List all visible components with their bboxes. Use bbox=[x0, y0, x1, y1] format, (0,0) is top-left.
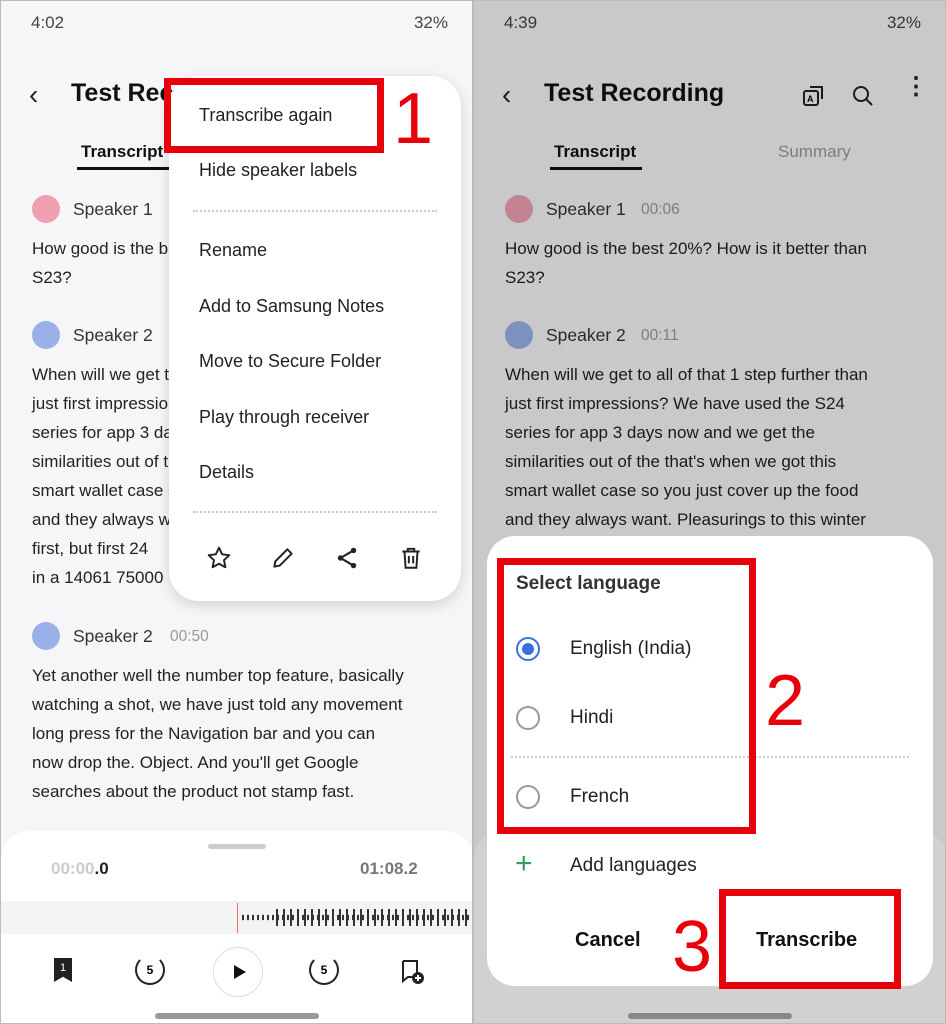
trash-icon[interactable] bbox=[398, 545, 424, 571]
plus-icon[interactable]: + bbox=[515, 849, 533, 879]
play-button[interactable] bbox=[213, 947, 263, 997]
left-screen: 4:02 32% ‹ Test Recording Transcript Spe… bbox=[0, 0, 473, 1024]
divider bbox=[193, 511, 437, 513]
home-indicator[interactable] bbox=[155, 1013, 319, 1019]
add-bookmark-icon[interactable] bbox=[401, 959, 425, 985]
avatar bbox=[32, 321, 60, 349]
cancel-button[interactable]: Cancel bbox=[575, 929, 641, 952]
player-panel: 00:00.0 01:08.2 1 5 5 bbox=[1, 831, 472, 1023]
total-time: 01:08.2 bbox=[360, 859, 418, 878]
play-icon bbox=[234, 965, 246, 979]
share-icon[interactable] bbox=[334, 545, 360, 571]
menu-item-play-through-receiver[interactable]: Play through receiver bbox=[199, 407, 369, 428]
add-languages-button[interactable]: Add languages bbox=[570, 855, 697, 877]
speaker-label: Speaker 1 bbox=[73, 199, 153, 219]
home-indicator[interactable] bbox=[628, 1013, 792, 1019]
right-screen: 4:39 32% ‹ Test Recording A ⋮ Transcript… bbox=[473, 0, 946, 1024]
transcript-line: now drop the. Object. And you'll get Goo… bbox=[32, 753, 359, 772]
waveform[interactable] bbox=[1, 901, 472, 934]
elapsed-time: 00:00.0 bbox=[51, 859, 109, 878]
menu-item-hide-speaker-labels[interactable]: Hide speaker labels bbox=[199, 160, 357, 181]
menu-item-move-to-secure-folder[interactable]: Move to Secure Folder bbox=[199, 351, 381, 372]
menu-item-rename[interactable]: Rename bbox=[199, 240, 267, 261]
waveform-bars bbox=[276, 909, 472, 926]
annotation-number-2: 2 bbox=[765, 661, 806, 741]
bookmark-icon[interactable]: 1 bbox=[54, 958, 72, 982]
back-icon[interactable]: ‹ bbox=[29, 79, 38, 111]
menu-item-add-to-samsung-notes[interactable]: Add to Samsung Notes bbox=[199, 296, 384, 317]
annotation-number-3: 3 bbox=[672, 907, 713, 987]
transcript-line: watching a shot, we have just told any m… bbox=[32, 695, 403, 714]
menu-item-details[interactable]: Details bbox=[199, 462, 254, 483]
transcript-line: in a 14061 75000 bbox=[32, 568, 164, 587]
rewind-5-icon[interactable]: 5 bbox=[135, 955, 165, 985]
timestamp: 00:50 bbox=[170, 628, 209, 645]
transcript-line: first, but first 24 bbox=[32, 539, 149, 558]
annotation-box-3 bbox=[719, 889, 901, 989]
transcript-line: Yet another well the number top feature,… bbox=[32, 666, 404, 685]
tab-transcript[interactable]: Transcript bbox=[81, 142, 163, 162]
pencil-icon[interactable] bbox=[270, 545, 296, 571]
transcript-line: S23? bbox=[32, 268, 72, 287]
drag-handle[interactable] bbox=[208, 844, 266, 849]
playhead[interactable] bbox=[237, 903, 238, 933]
avatar bbox=[32, 622, 60, 650]
transcript-line: searches about the product not stamp fas… bbox=[32, 782, 355, 801]
forward-5-icon[interactable]: 5 bbox=[309, 955, 339, 985]
status-time: 4:02 bbox=[31, 13, 65, 32]
tab-underline bbox=[77, 167, 169, 170]
annotation-number-1: 1 bbox=[393, 79, 434, 159]
speaker-label: Speaker 2 bbox=[73, 626, 153, 646]
speaker-label: Speaker 2 bbox=[73, 325, 153, 345]
divider bbox=[193, 210, 437, 212]
transcript-line: long press for the Navigation bar and yo… bbox=[32, 724, 376, 743]
annotation-box-2 bbox=[497, 558, 756, 834]
annotation-box-1 bbox=[164, 78, 384, 153]
avatar bbox=[32, 195, 60, 223]
star-icon[interactable] bbox=[206, 545, 232, 571]
status-battery: 32% bbox=[413, 13, 448, 32]
